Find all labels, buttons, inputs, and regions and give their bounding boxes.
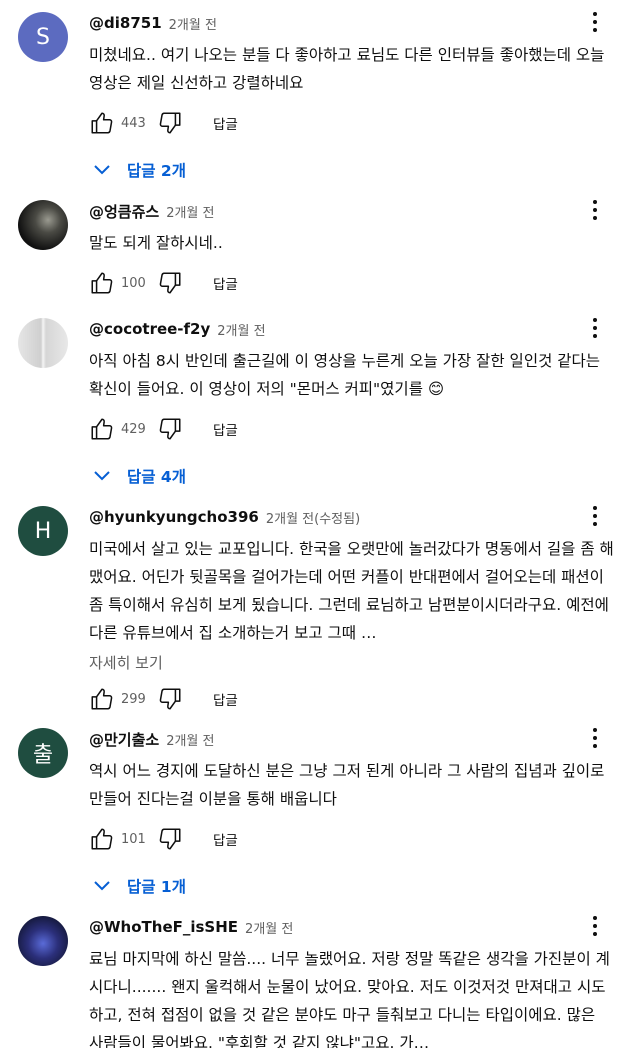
comment-author[interactable]: @만기출소 [89, 729, 159, 750]
comment-author[interactable]: @hyunkyungcho396 [89, 508, 259, 526]
comment-time[interactable]: 2개월 전 [169, 14, 217, 33]
chevron-down-icon [93, 880, 111, 892]
view-replies-button[interactable]: 답글 1개 [93, 875, 614, 897]
like-button[interactable] [89, 826, 115, 852]
like-button[interactable] [89, 416, 115, 442]
more-actions-icon[interactable] [585, 726, 605, 750]
view-replies-button[interactable]: 답글 2개 [93, 159, 614, 181]
comment-author[interactable]: @cocotree-f2y [89, 320, 210, 338]
comment-text: 미쳤네요.. 여기 나오는 분들 다 좋아하고 료님도 다른 인터뷰들 좋아했는… [89, 46, 605, 92]
comment-text: 말도 되게 잘하시네.. [89, 234, 223, 252]
chevron-down-icon [93, 470, 111, 482]
avatar[interactable]: 출 [18, 728, 68, 778]
thumbs-up-icon [91, 418, 113, 440]
dislike-button[interactable] [157, 826, 183, 852]
thumbs-down-icon [159, 828, 181, 850]
dislike-button[interactable] [157, 110, 183, 136]
more-actions-icon[interactable] [585, 10, 605, 34]
reply-button[interactable]: 답글 [209, 267, 242, 299]
thumbs-up-icon [91, 272, 113, 294]
reply-button[interactable]: 답글 [209, 683, 242, 715]
comment-text: 료님 마지막에 하신 말씀.... 너무 놀랬어요. 저랑 정말 똑같은 생각을… [89, 950, 610, 1048]
comment-time[interactable]: 2개월 전 [217, 320, 265, 339]
comment-time[interactable]: 2개월 전 [166, 730, 214, 749]
like-button[interactable] [89, 270, 115, 296]
more-actions-icon[interactable] [585, 316, 605, 340]
like-count: 429 [121, 421, 146, 437]
more-actions-icon[interactable] [585, 198, 605, 222]
comment-time[interactable]: 2개월 전 [245, 918, 293, 937]
thumbs-up-icon [91, 828, 113, 850]
avatar[interactable] [18, 318, 68, 368]
like-count: 100 [121, 275, 146, 291]
dislike-button[interactable] [157, 416, 183, 442]
view-replies-button[interactable]: 답글 4개 [93, 465, 614, 487]
like-count: 101 [121, 831, 146, 847]
thumbs-down-icon [159, 272, 181, 294]
comment-time[interactable]: 2개월 전 [166, 202, 214, 221]
reply-button[interactable]: 답글 [209, 107, 242, 139]
more-actions-icon[interactable] [585, 914, 605, 938]
like-button[interactable] [89, 686, 115, 712]
comment-text: 미국에서 살고 있는 교포입니다. 한국을 오랫만에 놀러갔다가 명동에서 길을… [89, 540, 614, 642]
chevron-down-icon [93, 164, 111, 176]
like-count: 443 [121, 115, 146, 131]
comment-text: 아직 아침 8시 반인데 출근길에 이 영상을 누른게 오늘 가장 잘한 일인것… [89, 352, 601, 398]
thumbs-down-icon [159, 418, 181, 440]
like-count: 299 [121, 691, 146, 707]
like-button[interactable] [89, 110, 115, 136]
comment-author[interactable]: @di8751 [89, 14, 162, 32]
dislike-button[interactable] [157, 270, 183, 296]
comment-author[interactable]: @엉큼쥬스 [89, 201, 159, 222]
reply-button[interactable]: 답글 [209, 823, 242, 855]
comment-author[interactable]: @WhoTheF_isSHE [89, 918, 238, 936]
comment-time[interactable]: 2개월 전(수정됨) [266, 508, 360, 527]
thumbs-up-icon [91, 112, 113, 134]
dislike-button[interactable] [157, 686, 183, 712]
avatar[interactable]: H [18, 506, 68, 556]
reply-button[interactable]: 답글 [209, 413, 242, 445]
thumbs-up-icon [91, 688, 113, 710]
avatar[interactable] [18, 200, 68, 250]
avatar[interactable]: S [18, 12, 68, 62]
comment-text: 역시 어느 경지에 도달하신 분은 그냥 그저 된게 아니라 그 사람의 집념과… [89, 762, 605, 808]
read-more-button[interactable]: 자세히 보기 [89, 652, 614, 673]
thumbs-down-icon [159, 112, 181, 134]
avatar[interactable] [18, 916, 68, 966]
more-actions-icon[interactable] [585, 504, 605, 528]
thumbs-down-icon [159, 688, 181, 710]
